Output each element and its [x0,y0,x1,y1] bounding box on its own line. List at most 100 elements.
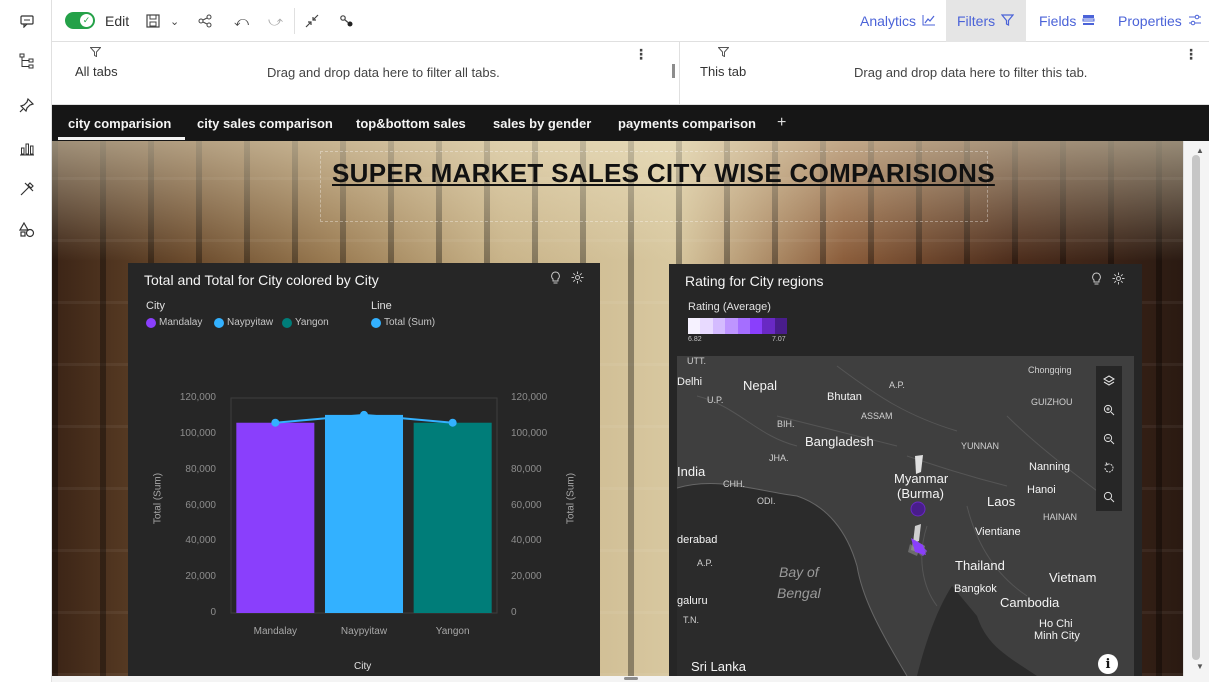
map-legend-heading: Rating (Average) [688,301,771,313]
map-place-label: CHH. [723,479,745,489]
x-tick-label: Naypyitaw [340,626,388,637]
map-place-label: (Burma) [897,486,944,501]
redo-icon[interactable]: ⤻ [268,11,283,31]
analytics-button[interactable]: Analytics [849,0,947,42]
zoom-in-icon[interactable] [1096,395,1122,424]
map-place-label: U.P. [707,395,724,405]
filter-icon [717,46,730,60]
map-place-label: Vietnam [1049,570,1097,585]
add-tab-button[interactable]: + [777,105,786,141]
toolbar-separator [294,8,295,34]
map-place-label: Bay of [779,564,819,580]
map-place-label: Delhi [677,376,703,388]
map-place-label: Vientiane [975,526,1021,538]
properties-label: Properties [1118,13,1182,29]
filters-button[interactable]: Filters [946,0,1026,42]
connect-icon[interactable] [339,11,355,31]
map-place-label: Myanmar [894,471,949,486]
map-toolbar [1096,366,1122,511]
tab-top-bottom-sales[interactable]: top&bottom sales [356,105,466,141]
edit-label: Edit [105,13,130,29]
filter-bar: All tabs Drag and drop data here to filt… [52,42,1209,105]
overflow-menu-icon[interactable]: ⋮ [634,46,648,63]
all-tabs-label: All tabs [75,64,118,79]
fields-button[interactable]: Fields [1028,0,1106,42]
left-rail [0,0,52,682]
map-place-label: YUNNAN [961,441,1000,451]
x-tick-label: Yangon [435,626,470,637]
scrollbar-thumb[interactable] [1192,155,1200,660]
map-place-label: UTT. [687,356,706,366]
map-place-label: Cambodia [1000,595,1060,610]
save-icon[interactable] [146,11,160,31]
sliders-icon [1188,14,1202,29]
bar-yangon[interactable] [413,422,492,613]
map-place-label: Chongqing [1028,365,1072,375]
filter-icon [1000,13,1015,29]
map-place-label: BIH. [777,419,795,429]
bar-naypyitaw[interactable] [324,414,404,613]
map-place-label: GUIZHOU [1031,397,1073,407]
all-tabs-hint: Drag and drop data here to filter all ta… [267,65,500,80]
tools-icon[interactable] [16,178,38,200]
hierarchy-icon[interactable] [16,50,38,72]
map-legend-gradient [688,318,787,334]
collapse-icon[interactable] [305,11,319,31]
shapes-icon[interactable] [16,219,38,241]
undo-icon[interactable]: ⤺ [234,11,249,31]
share-icon[interactable] [198,11,212,31]
bar-chart-widget[interactable]: Total and Total for City colored by City… [128,263,600,676]
edit-toggle[interactable]: ✓ [65,12,95,29]
bar-chart-icon[interactable] [16,137,38,159]
map-place-label: Sri Lanka [691,659,746,674]
tab-payments-comparison[interactable]: payments comparison [618,105,756,141]
filter-resize-handle[interactable] [672,64,675,78]
x-axis-label: City [354,661,372,672]
info-icon[interactable]: i [1098,654,1118,674]
chevron-down-icon[interactable]: ⌄ [170,11,179,31]
zoom-out-icon[interactable] [1096,424,1122,453]
layers-icon[interactable] [1096,366,1122,395]
reset-view-icon[interactable] [1096,453,1122,482]
map-place-label: Hanoi [1027,484,1056,496]
tab-city-comparision[interactable]: city comparision [57,105,186,141]
map-legend-max: 7.07 [772,336,786,343]
this-tab-filter-dropzone[interactable]: This tab Drag and drop data here to filt… [680,42,1209,104]
map-place-label: Bangkok [954,583,997,595]
check-icon: ✓ [80,14,93,27]
line-point-yangon[interactable] [448,418,457,427]
search-icon[interactable] [1096,482,1122,511]
line-point-naypyitaw[interactable] [360,410,368,419]
map-place-label: Minh City [1034,630,1080,642]
line-point-mandalay[interactable] [271,418,280,427]
bar-mandalay[interactable] [236,422,315,613]
map-legend-min: 6.82 [688,336,702,343]
map-canvas[interactable]: UTT. Chongqing Delhi Nepal A.P. U.P. Bhutan GUI… [677,356,1134,676]
map-widget[interactable]: Rating for City regions Rating (Average)… [669,264,1142,676]
comment-icon[interactable] [16,10,38,32]
map-place-label: A.P. [697,558,713,568]
scroll-up-icon[interactable]: ▲ [1196,146,1204,155]
line-chart-icon [922,14,936,29]
resize-handle[interactable] [624,677,638,680]
map-place-label: derabad [677,534,718,546]
fields-label: Fields [1039,13,1077,29]
dashboard-canvas: SUPER MARKET SALES CITY WISE COMPARISION… [52,141,1183,676]
map-place-label: ODI. [757,496,776,506]
tab-city-sales-comparison[interactable]: city sales comparison [197,105,333,141]
dashboard-title: SUPER MARKET SALES CITY WISE COMPARISION… [332,158,995,188]
bar-chart-plot [230,397,498,614]
map-place-label: Nepal [743,378,777,393]
map-place-label: Bhutan [827,391,862,403]
settings-icon[interactable] [1112,272,1125,288]
scroll-down-icon[interactable]: ▼ [1196,662,1204,671]
pin-icon[interactable] [16,94,38,116]
overflow-menu-icon[interactable]: ⋮ [1184,46,1198,63]
tab-sales-by-gender[interactable]: sales by gender [493,105,591,141]
all-tabs-filter-dropzone[interactable]: All tabs Drag and drop data here to filt… [52,42,672,104]
lightbulb-icon[interactable] [1091,272,1102,288]
widget-title: Rating for City regions [685,273,824,289]
properties-button[interactable]: Properties [1107,0,1209,42]
fields-icon [1082,14,1095,29]
map-place-label: T.N. [683,615,700,625]
